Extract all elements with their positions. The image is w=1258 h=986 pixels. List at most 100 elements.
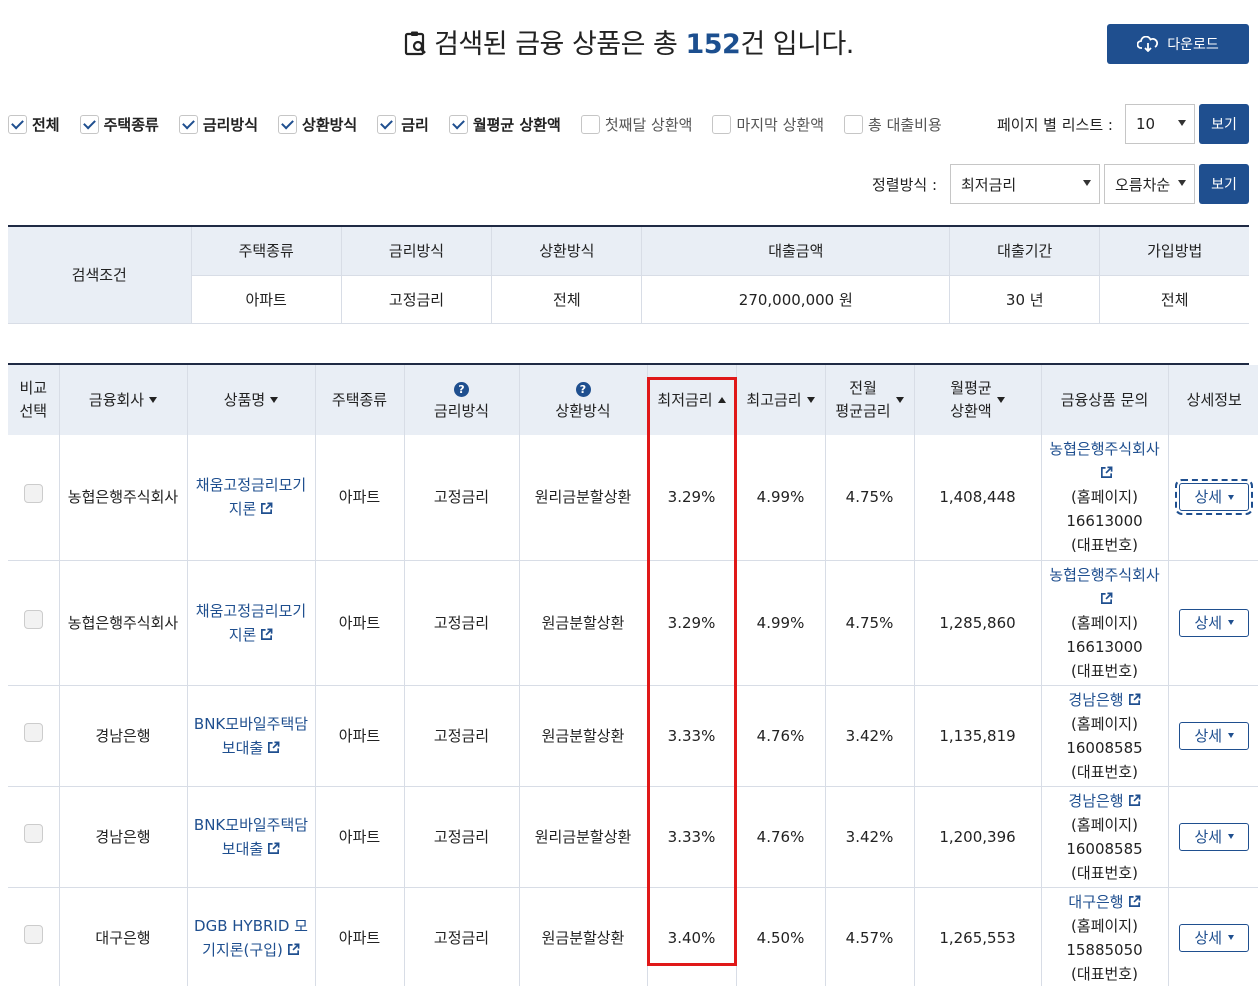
compare-checkbox[interactable] [23,823,43,843]
table-row: 경남은행 BNK모바일주택담보대출 아파트 고정금리 원리금분할상환 3.33% 4.76%… [8,786,1258,888]
checkmark-icon[interactable] [79,115,99,134]
cell-compare[interactable] [8,435,59,561]
sort-down-icon [895,396,904,403]
phone-number: 16008585 [1066,839,1143,858]
cell-contact: 농협은행주식회사 (홈페이지) 16613000 (대표번호) [1040,435,1168,561]
cell-compare[interactable] [8,560,59,686]
cell-product[interactable]: BNK모바일주택담보대출 [186,786,315,888]
compare-checkbox[interactable] [23,722,43,742]
product-link[interactable]: BNK모바일주택담보대출 [192,712,310,760]
homepage-label: (홈페이지) [1071,916,1138,935]
max-rate: 4.76% [756,726,805,745]
detail-button[interactable]: 상세 [1179,923,1250,952]
phone-number: 16008585 [1066,738,1143,757]
homepage-link[interactable]: 농협은행주식회사 [1049,440,1160,482]
help-icon[interactable]: ? [575,382,591,397]
cond-header: 가입방법 [1099,227,1249,276]
house-type: 아파트 [338,726,381,745]
cell-compare[interactable] [8,786,59,888]
chevron-down-icon [1228,733,1235,738]
filter-checkbox[interactable]: 마지막 상환액 [712,114,824,135]
homepage-link[interactable]: 경남은행 [1068,691,1141,709]
page-size-select[interactable]: 10 [1125,104,1195,144]
product-link[interactable]: 채움고정금리모기지론 [192,473,310,521]
page-size-view-button[interactable]: 보기 [1199,104,1249,144]
chevron-down-icon [1228,935,1235,940]
contact-name: 대구은행 [1068,892,1124,911]
cell-detail[interactable]: 상세 [1167,887,1258,986]
col-company-sort[interactable]: 금융회사 [58,365,187,435]
contact-name: 경남은행 [1068,791,1124,810]
cell-compare[interactable] [8,887,59,986]
table-row: 경남은행 BNK모바일주택담보대출 아파트 고정금리 원금분할상환 3.33% 4.76% 3… [8,685,1258,787]
cell-detail[interactable]: 상세 [1167,685,1258,787]
detail-button[interactable]: 상세 [1175,479,1254,516]
detail-button[interactable]: 상세 [1179,608,1250,637]
filter-checkbox[interactable]: 금리 [377,114,429,135]
col-min-rate-sort[interactable]: 최저금리 [646,365,736,435]
col-product-sort[interactable]: 상품명 [186,365,315,435]
col-max-rate-sort[interactable]: 최고금리 [735,365,825,435]
monthly-payment: 1,408,448 [939,488,1016,507]
min-rate: 3.29% [667,613,716,632]
filter-checkbox[interactable]: 월평균 상환액 [448,114,561,135]
sort-up-icon [717,396,726,403]
cell-product[interactable]: BNK모바일주택담보대출 [186,685,315,787]
checkmark-icon[interactable] [377,115,397,134]
cell-product[interactable]: 채움고정금리모기지론 [186,560,315,686]
checkbox-empty-icon[interactable] [712,115,732,134]
filter-checkbox[interactable]: 금리방식 [178,114,258,135]
filter-checkbox[interactable]: 첫째달 상환액 [580,114,692,135]
checkbox-empty-icon[interactable] [580,115,600,134]
phone-number: 15885050 [1066,940,1143,959]
filter-checkbox[interactable]: 주택종류 [79,114,159,135]
cell-min-rate: 3.33% [646,685,736,787]
filter-checkbox[interactable]: 총 대출비용 [844,114,942,135]
cell-monthly: 1,265,553 [913,887,1041,986]
checkmark-icon[interactable] [448,115,468,134]
filter-checkbox[interactable]: 전체 [8,114,60,135]
max-rate: 4.50% [756,928,805,947]
checkmark-icon[interactable] [178,115,198,134]
cell-company: 경남은행 [58,685,187,787]
contact-name: 농협은행주식회사 [1049,565,1160,584]
homepage-link[interactable]: 대구은행 [1068,892,1141,911]
help-icon[interactable]: ? [454,382,469,397]
checkbox-empty-icon[interactable] [844,115,864,134]
compare-checkbox[interactable] [23,484,43,504]
compare-checkbox[interactable] [23,609,43,629]
cell-product[interactable]: 채움고정금리모기지론 [186,435,315,561]
sort-view-button[interactable]: 보기 [1199,164,1249,204]
cell-compare[interactable] [8,685,59,787]
homepage-label: (홈페이지) [1071,815,1138,834]
cell-company: 농협은행주식회사 [58,560,187,686]
repay-method: 원금분할상환 [541,726,625,745]
download-button[interactable]: 다운로드 [1107,24,1249,64]
product-link[interactable]: DGB HYBRID 모기지론(구입) [192,914,310,962]
cell-detail[interactable]: 상세 [1167,435,1258,561]
filter-checkbox[interactable]: 상환방식 [278,114,357,135]
compare-checkbox[interactable] [23,924,43,944]
product-link[interactable]: 채움고정금리모기지론 [192,599,310,647]
detail-button[interactable]: 상세 [1179,822,1250,851]
cell-product[interactable]: DGB HYBRID 모기지론(구입) [186,887,315,986]
checkmark-icon[interactable] [278,115,298,134]
homepage-link[interactable]: 경남은행 [1068,791,1141,810]
sort-field-select[interactable]: 최저금리 [950,164,1100,204]
cell-repay: 원금분할상환 [518,685,647,787]
product-link[interactable]: BNK모바일주택담보대출 [192,813,310,861]
cell-detail[interactable]: 상세 [1167,560,1258,686]
sort-order-select[interactable]: 오름차순 [1104,164,1195,204]
contact-name: 농협은행주식회사 [1049,440,1160,459]
cond-header: 대출금액 [641,227,950,276]
cell-detail[interactable]: 상세 [1167,786,1258,888]
col-avg-rate-sort[interactable]: 전월 평균금리 [824,365,914,435]
detail-button[interactable]: 상세 [1179,721,1250,750]
checkmark-icon[interactable] [8,115,27,134]
homepage-link[interactable]: 농협은행주식회사 [1049,565,1160,608]
cell-house: 아파트 [314,786,404,888]
conditions-label: 검색조건 [8,227,191,324]
cell-max-rate: 4.50% [735,887,825,986]
dropdown-arrow-icon [1178,120,1186,126]
col-monthly-sort[interactable]: 월평균 상환액 [913,365,1041,435]
